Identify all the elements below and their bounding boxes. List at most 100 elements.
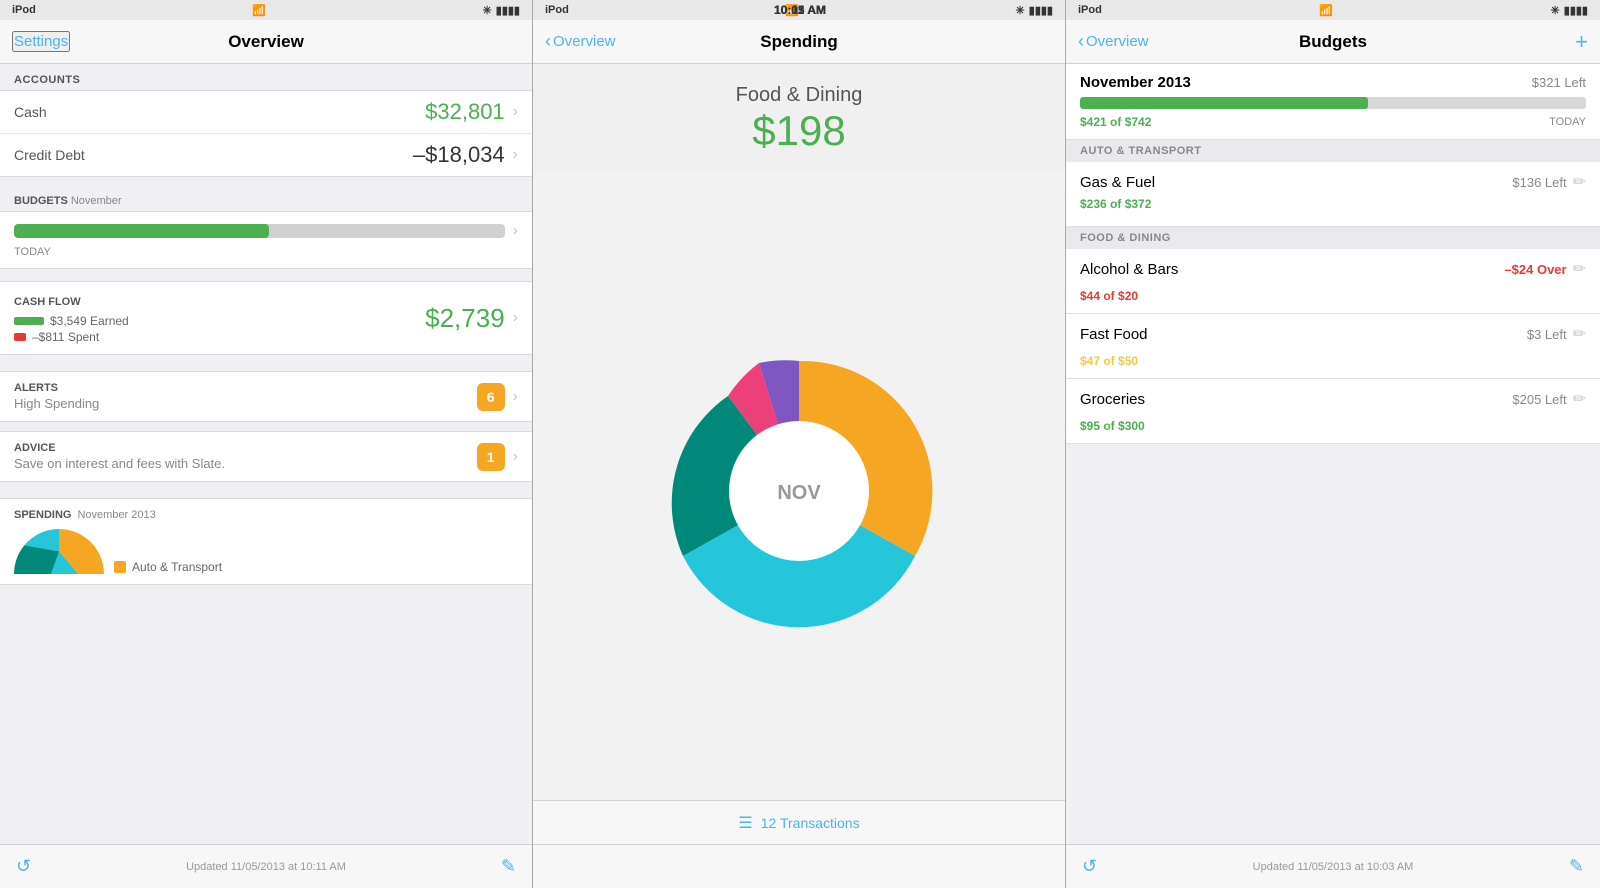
period-name: November 2013 xyxy=(1080,74,1191,91)
budget-item-fastfood[interactable]: Fast Food $3 Left ✏ $47 of $50 xyxy=(1066,314,1600,379)
item-name-groceries: Groceries xyxy=(1080,391,1145,408)
budget-list: November 2013 $321 Left $421 of $742 TOD… xyxy=(1066,64,1600,844)
back-label-2: Overview xyxy=(553,33,616,50)
spending-header-area: Food & Dining $198 xyxy=(533,64,1065,171)
footer-updated-1: Updated 11/05/2013 at 10:11 AM xyxy=(186,861,346,873)
item-left-fastfood: $3 Left xyxy=(1527,327,1567,342)
donut-container: NOV xyxy=(533,171,1065,800)
wifi-icon-3: 📶 xyxy=(1319,4,1333,17)
edit-icon-alcohol[interactable]: ✏ xyxy=(1573,259,1586,279)
category-header-auto: AUTO & TRANSPORT xyxy=(1066,140,1600,162)
cashflow-value: $2,739 xyxy=(425,303,505,334)
budgets-today-label: TODAY xyxy=(14,246,518,258)
spending-header: SPENDING xyxy=(14,509,71,521)
chevron-right-cash: › xyxy=(513,103,518,121)
legend-label: Auto & Transport xyxy=(132,560,222,574)
device-name-2: iPod xyxy=(545,4,569,16)
panel-spending: iPod 📶 10:05 AM ✳ ▮▮▮▮ ‹ Overview Spendi… xyxy=(533,0,1066,888)
transactions-icon: ☰ xyxy=(738,813,752,833)
alerts-left: ALERTS High Spending xyxy=(14,382,99,411)
budgets-section[interactable]: › TODAY xyxy=(0,211,532,269)
cashflow-section[interactable]: CASH FLOW $3,549 Earned –$811 Spent $2,7 xyxy=(0,281,532,355)
spent-bar xyxy=(14,333,26,341)
accounts-section: Cash $32,801 › Credit Debt –$18,034 › xyxy=(0,90,532,177)
item-left-groceries: $205 Left xyxy=(1512,392,1566,407)
spending-chart-area: Auto & Transport xyxy=(14,529,518,574)
advice-left: ADVICE Save on interest and fees with Sl… xyxy=(14,442,225,471)
alerts-right: 6 › xyxy=(477,383,518,411)
chevron-back-icon-2: ‹ xyxy=(545,31,551,52)
budgets-header: BUDGETS November xyxy=(14,195,122,207)
back-button-3[interactable]: ‹ Overview xyxy=(1078,31,1149,52)
earned-bar xyxy=(14,317,44,325)
refresh-icon-1[interactable]: ↺ xyxy=(16,856,31,877)
bottom-bar-3: ↺ Updated 11/05/2013 at 10:03 AM ✎ xyxy=(1066,844,1600,888)
spent-item: –$811 Spent xyxy=(14,330,129,344)
content-area-1: ACCOUNTS Cash $32,801 › Credit Debt –$18… xyxy=(0,64,532,844)
item-left-alcohol: –$24 Over xyxy=(1504,262,1566,277)
donut-label: NOV xyxy=(777,482,821,504)
add-budget-button[interactable]: + xyxy=(1575,29,1588,55)
chevron-right-budgets: › xyxy=(513,222,518,240)
nav-bar-1: Settings Overview xyxy=(0,20,532,64)
budget-item-groceries[interactable]: Groceries $205 Left ✏ $95 of $300 xyxy=(1066,379,1600,444)
gap3 xyxy=(0,490,532,498)
period-left: $321 Left xyxy=(1532,75,1586,90)
advice-sub: Save on interest and fees with Slate. xyxy=(14,456,225,471)
period-bar xyxy=(1080,97,1586,109)
earned-label: $3,549 Earned xyxy=(50,314,129,328)
budget-period: November 2013 $321 Left $421 of $742 TOD… xyxy=(1066,64,1600,140)
battery-icon-2: ▮▮▮▮ xyxy=(1029,4,1053,17)
donut-chart: NOV xyxy=(649,341,949,641)
bluetooth-icon-3: ✳ xyxy=(1551,4,1560,17)
wifi-icon-1: 📶 xyxy=(252,4,266,17)
credit-value: –$18,034 xyxy=(413,142,505,168)
chevron-right-cashflow: › xyxy=(513,309,518,327)
chevron-right-alerts: › xyxy=(513,388,518,406)
item-value-groceries: $95 of $300 xyxy=(1080,419,1586,433)
edit-icon-gas[interactable]: ✏ xyxy=(1573,172,1586,192)
budgets-bar-fill xyxy=(14,224,269,238)
settings-button[interactable]: Settings xyxy=(12,31,70,52)
spending-legend: Auto & Transport xyxy=(114,560,222,574)
advice-right: 1 › xyxy=(477,443,518,471)
advice-row[interactable]: ADVICE Save on interest and fees with Sl… xyxy=(0,431,532,482)
advice-badge: 1 xyxy=(477,443,505,471)
nav-bar-2: ‹ Overview Spending xyxy=(533,20,1065,64)
earned-item: $3,549 Earned xyxy=(14,314,129,328)
alerts-header: ALERTS xyxy=(14,382,99,394)
status-bar-3: iPod 📶 10:03 AM ✳ ▮▮▮▮ xyxy=(1066,0,1600,20)
edit-icon-groceries[interactable]: ✏ xyxy=(1573,389,1586,409)
credit-row[interactable]: Credit Debt –$18,034 › xyxy=(0,134,532,176)
refresh-icon-3[interactable]: ↺ xyxy=(1082,856,1097,877)
chevron-back-icon-3: ‹ xyxy=(1078,31,1084,52)
spending-amount: $198 xyxy=(553,107,1045,155)
edit-icon-bottom-3[interactable]: ✎ xyxy=(1569,856,1584,877)
item-name-gas: Gas & Fuel xyxy=(1080,174,1155,191)
item-name-alcohol: Alcohol & Bars xyxy=(1080,261,1178,278)
spent-label: –$811 Spent xyxy=(32,330,99,344)
battery-icon-1: ▮▮▮▮ xyxy=(496,4,520,17)
back-label-3: Overview xyxy=(1086,33,1149,50)
alerts-row[interactable]: ALERTS High Spending 6 › xyxy=(0,371,532,422)
back-button-2[interactable]: ‹ Overview xyxy=(545,31,616,52)
status-bar-1: iPod 📶 10:11 AM ✳ ▮▮▮▮ xyxy=(0,0,532,20)
budget-item-gas[interactable]: Gas & Fuel $136 Left ✏ $236 of $372 xyxy=(1066,162,1600,227)
transactions-bar[interactable]: ☰ 12 Transactions xyxy=(533,800,1065,844)
item-value-alcohol: $44 of $20 xyxy=(1080,289,1586,303)
edit-icon-fastfood[interactable]: ✏ xyxy=(1573,324,1586,344)
bottom-bar-1: ↺ Updated 11/05/2013 at 10:11 AM ✎ xyxy=(0,844,532,888)
alerts-sub: High Spending xyxy=(14,396,99,411)
gap1 xyxy=(0,363,532,371)
cash-row[interactable]: Cash $32,801 › xyxy=(0,91,532,134)
bluetooth-icon-2: ✳ xyxy=(1016,4,1025,17)
edit-icon-1[interactable]: ✎ xyxy=(501,856,516,877)
chevron-right-credit: › xyxy=(513,146,518,164)
nav-bar-3: ‹ Overview Budgets + xyxy=(1066,20,1600,64)
panel-budgets: iPod 📶 10:03 AM ✳ ▮▮▮▮ ‹ Overview Budget… xyxy=(1066,0,1600,888)
item-left-gas: $136 Left xyxy=(1512,175,1566,190)
transactions-label: 12 Transactions xyxy=(761,815,860,831)
chevron-right-advice: › xyxy=(513,448,518,466)
budget-item-alcohol[interactable]: Alcohol & Bars –$24 Over ✏ $44 of $20 xyxy=(1066,249,1600,314)
accounts-header-bg: ACCOUNTS xyxy=(0,64,532,90)
